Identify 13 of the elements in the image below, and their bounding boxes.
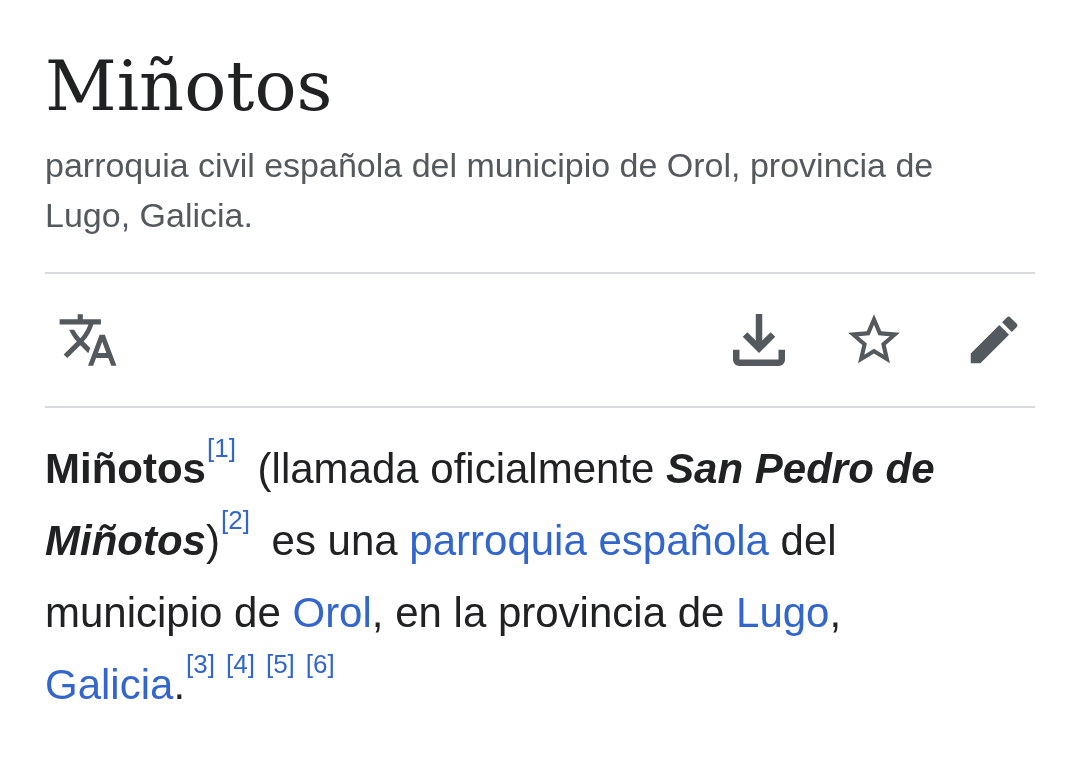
text-link[interactable]: parroquia española [409, 517, 769, 564]
citation-link[interactable]: [2] [220, 505, 250, 535]
citation-link[interactable]: [1] [206, 433, 236, 463]
citation-link[interactable]: [5] [265, 649, 295, 679]
text-link[interactable]: Orol [292, 589, 372, 636]
citation-link[interactable]: [3] [186, 649, 215, 679]
download-icon [733, 314, 785, 366]
citation-link[interactable]: [6] [305, 649, 335, 679]
page-description: parroquia civil española del municipio de Orol, provincia de Lugo, Galicia. [45, 145, 935, 236]
text-link[interactable]: Lugo [736, 589, 830, 636]
page-title: Miñotos [45, 51, 333, 121]
text-link[interactable]: Galicia [45, 661, 174, 708]
citation-link[interactable]: [4] [226, 649, 255, 679]
